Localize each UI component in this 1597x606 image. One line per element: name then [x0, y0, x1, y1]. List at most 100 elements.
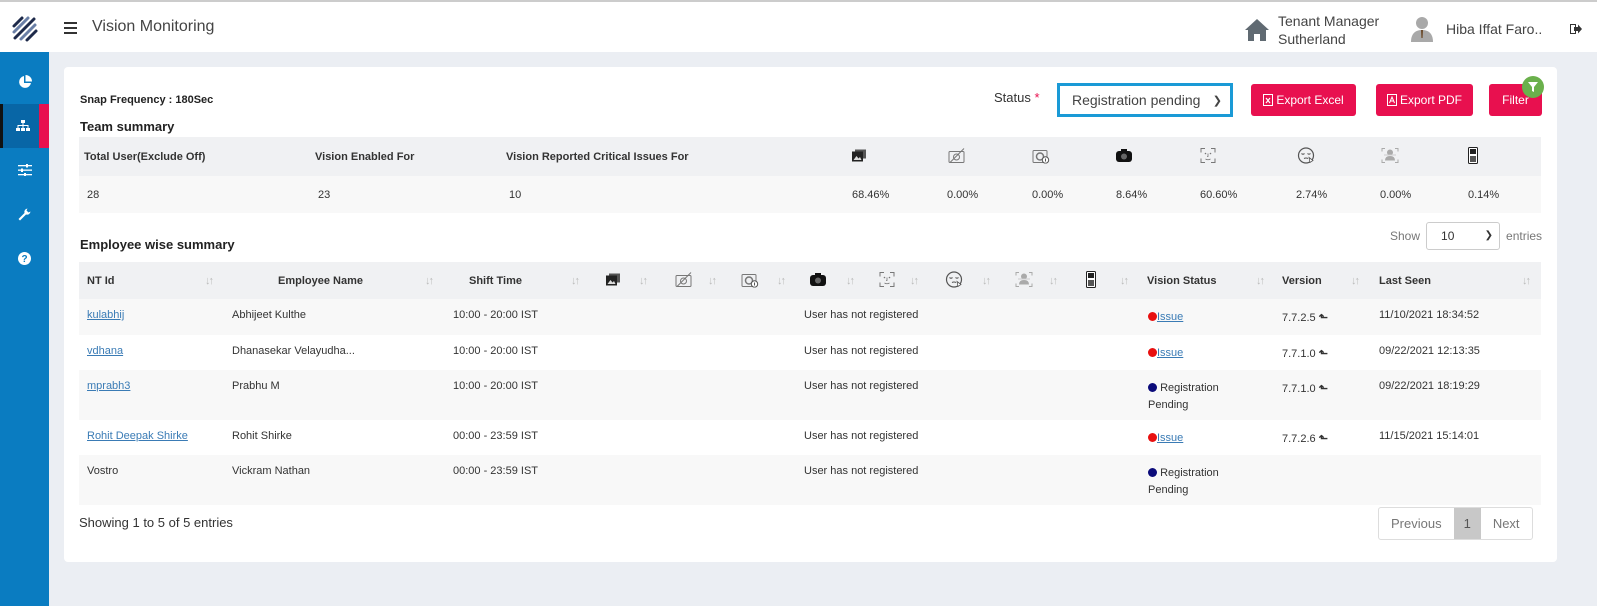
excel-file-icon — [1263, 94, 1274, 106]
snap-frequency: Snap Frequency : 180Sec — [80, 94, 214, 106]
employee-table: NT Id ↓↑ Employee Name ↓↑ Shift Time ↓↑ … — [79, 262, 1541, 505]
nt-id-link[interactable]: kulabhij — [87, 309, 124, 321]
sort-icon[interactable]: ↓↑ — [910, 275, 919, 287]
nt-id: Vostro — [87, 465, 119, 477]
sort-icon[interactable]: ↓↑ — [777, 275, 786, 287]
team-summary-table: Total User(Exclude Off) Vision Enabled F… — [79, 137, 1541, 213]
team-summary-row: 28 23 10 68.46% 0.00% 0.00% 8.64% 60.60%… — [79, 176, 1541, 213]
sort-icon[interactable]: ↓↑ — [1351, 275, 1360, 287]
status-link[interactable]: Issue — [1157, 432, 1183, 444]
upgrade-arrow-icon[interactable]: ⬑ — [1319, 348, 1328, 360]
sort-icon[interactable]: ↓↑ — [1522, 275, 1531, 287]
column-shift-time[interactable]: Shift Time — [469, 275, 522, 287]
sitemap-icon — [15, 120, 30, 131]
last-seen: 11/15/2021 15:14:01 — [1379, 430, 1480, 442]
sort-icon[interactable]: ↓↑ — [639, 275, 648, 287]
sort-icon[interactable]: ↓↑ — [982, 275, 991, 287]
logo-icon[interactable] — [10, 14, 40, 44]
status-link[interactable]: Issue — [1157, 347, 1183, 359]
top-bar: Vision Monitoring Tenant Manager Sutherl… — [0, 0, 1597, 52]
face-scan-icon[interactable] — [879, 271, 895, 290]
sort-icon[interactable]: ↓↑ — [708, 275, 717, 287]
next-page-button[interactable]: Next — [1481, 508, 1532, 539]
show-label: Show — [1390, 229, 1421, 243]
funnel-icon — [1528, 82, 1538, 92]
sort-icon[interactable]: ↓↑ — [205, 275, 214, 287]
entries-label: entries — [1506, 229, 1543, 243]
metric-value: 8.64% — [1116, 188, 1148, 201]
sidebar-item-dashboard[interactable] — [0, 60, 49, 104]
version-value: 7.7.1.0 — [1282, 383, 1316, 395]
status-dot-icon — [1148, 383, 1157, 392]
question-icon: ? — [18, 251, 31, 265]
status-select[interactable]: Registration pending ❯ — [1057, 83, 1233, 117]
column-vision-status[interactable]: Vision Status — [1147, 275, 1216, 287]
menu-toggle-icon[interactable] — [64, 22, 77, 34]
export-excel-button[interactable]: Export Excel — [1251, 84, 1356, 116]
logout-icon[interactable] — [1570, 24, 1582, 34]
showing-entries-text: Showing 1 to 5 of 5 entries — [79, 515, 233, 530]
camera-info-icon — [1032, 147, 1050, 166]
employee-name: Rohit Shirke — [232, 430, 292, 442]
status-select-value: Registration pending — [1072, 92, 1201, 108]
upgrade-arrow-icon[interactable]: ⬑ — [1319, 312, 1328, 324]
page-1-button[interactable]: 1 — [1453, 508, 1481, 539]
column-version[interactable]: Version — [1282, 275, 1322, 287]
sidebar-item-help[interactable]: ? — [0, 236, 49, 280]
sleepy-face-icon[interactable] — [945, 270, 963, 291]
app-title: Vision Monitoring — [92, 18, 215, 35]
last-seen: 11/10/2021 18:34:52 — [1379, 309, 1480, 321]
sort-icon[interactable]: ↓↑ — [1049, 275, 1058, 287]
nt-id-link[interactable]: mprabh3 — [87, 380, 130, 392]
registration-note: User has not registered — [804, 430, 919, 442]
employee-table-body: kulabhij Abhijeet Kulthe 10:00 - 20:00 I… — [79, 299, 1541, 505]
sidebar-item-hierarchy[interactable] — [0, 104, 49, 148]
person-scan-icon[interactable] — [1015, 271, 1033, 290]
mobile-phone-icon[interactable] — [1086, 270, 1096, 291]
chevron-down-icon: ❯ — [1484, 230, 1494, 241]
metric-value: 2.74% — [1296, 188, 1328, 201]
tenant-role: Tenant Manager — [1278, 13, 1380, 29]
previous-page-button[interactable]: Previous — [1379, 508, 1454, 539]
entries-select[interactable]: 10 ❯ — [1426, 222, 1501, 250]
column-employee-name[interactable]: Employee Name — [278, 275, 363, 287]
sort-icon[interactable]: ↓↑ — [1120, 275, 1129, 287]
registration-note: User has not registered — [804, 380, 919, 392]
employee-name: Abhijeet Kulthe — [232, 309, 306, 321]
upgrade-arrow-icon[interactable]: ⬑ — [1319, 433, 1328, 445]
employee-summary-title: Employee wise summary — [80, 237, 235, 252]
column-nt-id[interactable]: NT Id — [87, 275, 115, 287]
filter-badge[interactable] — [1522, 76, 1544, 98]
user-menu[interactable]: Hiba Iffat Faro.. — [1410, 16, 1542, 42]
critical-issues-value: 10 — [509, 188, 522, 201]
nt-id-link[interactable]: vdhana — [87, 345, 123, 357]
camera-icon[interactable] — [810, 272, 826, 289]
camera-off-icon[interactable] — [675, 271, 693, 290]
multiple-images-icon[interactable] — [606, 273, 620, 288]
show-entries: Show 10 ❯ entries — [1390, 222, 1542, 250]
employee-table-header: NT Id ↓↑ Employee Name ↓↑ Shift Time ↓↑ … — [79, 262, 1541, 299]
table-row: Rohit Deepak Shirke Rohit Shirke 00:00 -… — [79, 420, 1541, 455]
chevron-down-icon: ❯ — [1212, 95, 1222, 107]
sort-icon[interactable]: ↓↑ — [425, 275, 434, 287]
pie-chart-icon — [18, 75, 32, 88]
nt-id-link[interactable]: Rohit Deepak Shirke — [87, 430, 188, 442]
camera-info-icon[interactable] — [741, 271, 759, 290]
sort-icon[interactable]: ↓↑ — [1256, 275, 1265, 287]
sort-icon[interactable]: ↓↑ — [846, 275, 855, 287]
sidebar-item-settings[interactable] — [0, 148, 49, 192]
metric-value: 0.00% — [1380, 188, 1412, 201]
metric-value: 0.14% — [1468, 188, 1500, 201]
sort-icon[interactable]: ↓↑ — [571, 275, 580, 287]
camera-off-icon — [948, 147, 966, 166]
tenant-info[interactable]: Tenant Manager Sutherland — [1244, 12, 1379, 48]
upgrade-arrow-icon[interactable]: ⬑ — [1319, 383, 1328, 395]
export-pdf-button[interactable]: Export PDF — [1376, 84, 1473, 116]
sidebar-item-tools[interactable] — [0, 192, 49, 236]
main-card: Snap Frequency : 180Sec Status * Registr… — [64, 67, 1557, 562]
export-excel-label: Export Excel — [1276, 93, 1344, 107]
tenant-name: Sutherland — [1278, 31, 1346, 47]
column-last-seen[interactable]: Last Seen — [1379, 275, 1431, 287]
status-link[interactable]: Issue — [1157, 311, 1183, 323]
version-value: 7.7.1.0 — [1282, 348, 1316, 360]
